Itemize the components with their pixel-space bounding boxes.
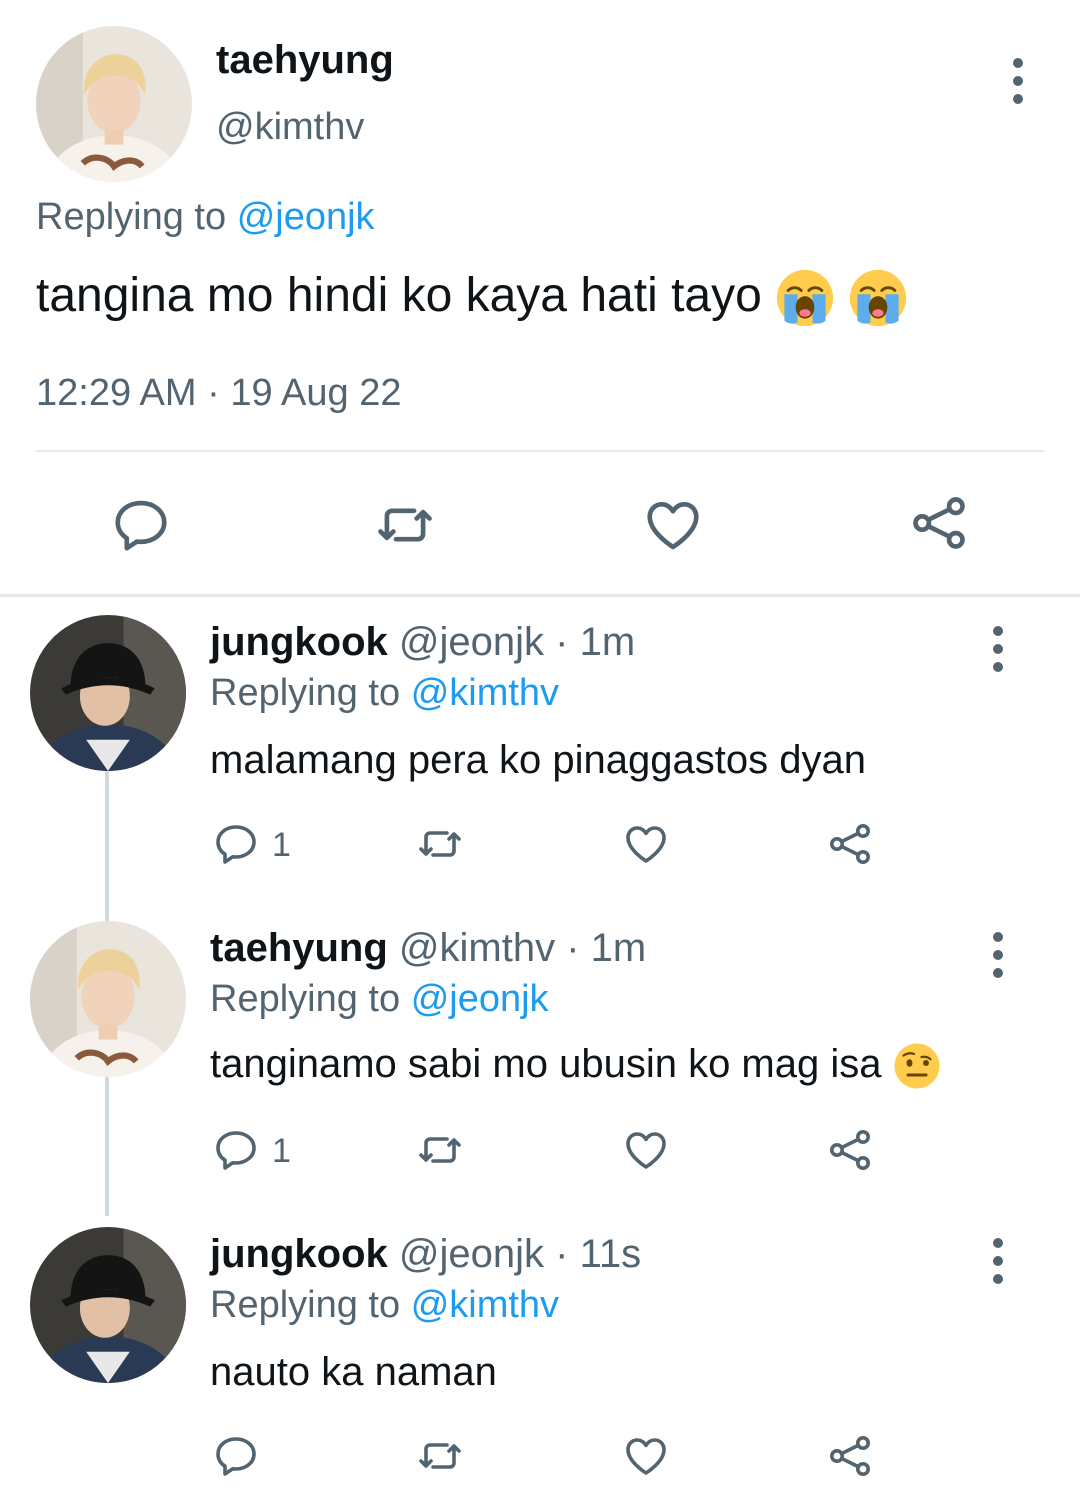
replying-to-label: Replying to (36, 196, 227, 238)
reply-icon[interactable] (212, 820, 260, 868)
reply-text-body: tanginamo sabi mo ubusin ko mag isa (210, 1042, 882, 1086)
tweet-text-body: tangina mo hindi ko kaya hati tayo (36, 269, 762, 322)
handle-time: @jeonjk · 1m (398, 620, 636, 664)
share-icon[interactable] (826, 1432, 874, 1480)
replying-to: Replying to @jeonjk (210, 978, 549, 1021)
retweet-icon[interactable] (374, 494, 436, 556)
share-icon[interactable] (908, 492, 970, 554)
like-icon[interactable] (622, 820, 670, 868)
reply-header: jungkook @jeonjk · 1m (210, 620, 635, 665)
crying-face-emoji (848, 268, 908, 328)
reply-icon[interactable] (110, 494, 172, 556)
replying-to-label: Replying to (210, 672, 401, 714)
divider (36, 450, 1044, 452)
retweet-icon[interactable] (416, 1126, 464, 1174)
reply-icon[interactable] (212, 1126, 260, 1174)
more-options-icon[interactable] (1010, 58, 1026, 112)
share-icon[interactable] (826, 1126, 874, 1174)
replying-to-handle-link[interactable]: @kimthv (411, 1284, 559, 1326)
replying-to: Replying to @kimthv (210, 1284, 559, 1327)
display-name[interactable]: taehyung (216, 38, 394, 83)
replying-to-handle-link[interactable]: @jeonjk (237, 196, 375, 238)
replying-to-label: Replying to (210, 1284, 401, 1326)
user-handle[interactable]: @kimthv (216, 106, 364, 149)
handle-time: @kimthv · 1m (398, 926, 647, 970)
avatar[interactable] (36, 26, 192, 182)
avatar[interactable] (30, 615, 186, 771)
avatar[interactable] (30, 921, 186, 1077)
reply-header: jungkook @jeonjk · 11s (210, 1232, 641, 1277)
reply-text: malamang pera ko pinaggastos dyan (210, 738, 866, 782)
replying-to: Replying to @jeonjk (36, 196, 375, 239)
retweet-icon[interactable] (416, 1432, 464, 1480)
more-options-icon[interactable] (990, 932, 1006, 986)
display-name[interactable]: taehyung (210, 926, 388, 970)
reply-text: nauto ka naman (210, 1350, 497, 1394)
crying-face-emoji (775, 268, 835, 328)
reply-text: tanginamo sabi mo ubusin ko mag isa (210, 1042, 941, 1090)
reply-header: taehyung @kimthv · 1m (210, 926, 646, 971)
like-icon[interactable] (642, 494, 704, 556)
handle-time: @jeonjk · 11s (398, 1232, 642, 1276)
more-options-icon[interactable] (990, 626, 1006, 680)
reply-count: 1 (272, 826, 291, 864)
tweet-timestamp[interactable]: 12:29 AM · 19 Aug 22 (36, 372, 402, 415)
section-divider (0, 594, 1080, 597)
avatar[interactable] (30, 1227, 186, 1383)
replying-to-handle-link[interactable]: @kimthv (411, 672, 559, 714)
more-options-icon[interactable] (990, 1238, 1006, 1292)
replying-to-handle-link[interactable]: @jeonjk (411, 978, 549, 1020)
like-icon[interactable] (622, 1126, 670, 1174)
face-with-raised-eyebrow-emoji (893, 1042, 941, 1090)
reply-icon[interactable] (212, 1432, 260, 1480)
display-name[interactable]: jungkook (210, 620, 388, 664)
replying-to-label: Replying to (210, 978, 401, 1020)
display-name[interactable]: jungkook (210, 1232, 388, 1276)
retweet-icon[interactable] (416, 820, 464, 868)
reply-count: 1 (272, 1132, 291, 1170)
replying-to: Replying to @kimthv (210, 672, 559, 715)
share-icon[interactable] (826, 820, 874, 868)
like-icon[interactable] (622, 1432, 670, 1480)
tweet-text: tangina mo hindi ko kaya hati tayo (36, 268, 908, 328)
